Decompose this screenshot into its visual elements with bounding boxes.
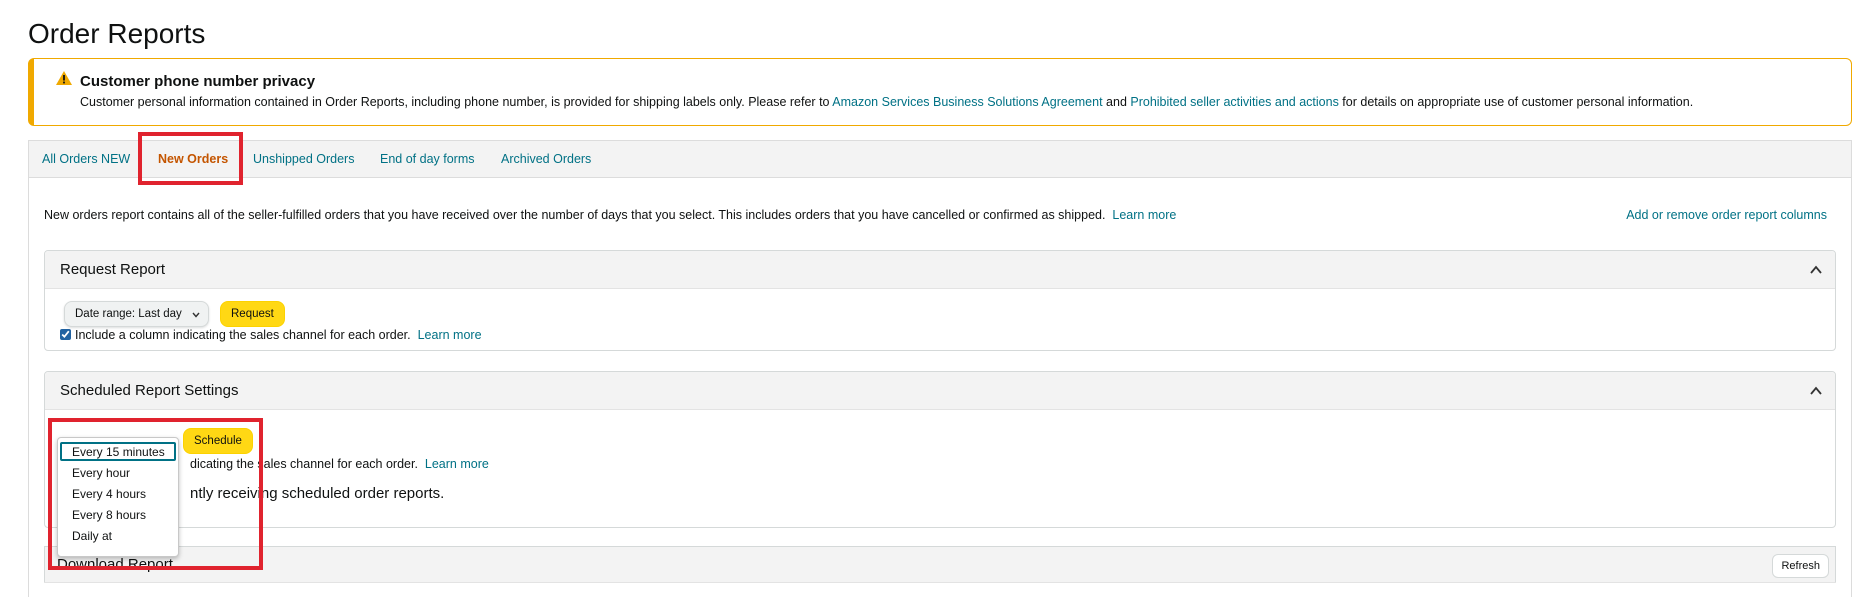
tab-content: New orders report contains all of the se…: [28, 178, 1852, 597]
scheduled-settings-panel: Scheduled Report Settings Schedule dicat…: [44, 371, 1836, 528]
alert-text-middle: and: [1102, 95, 1131, 109]
frequency-option-every-4-hours[interactable]: Every 4 hours: [60, 484, 176, 503]
alert-text: Customer personal information contained …: [80, 95, 1693, 109]
frequency-option-daily-at[interactable]: Daily at: [60, 526, 176, 545]
tab-unshipped-orders[interactable]: Unshipped Orders: [253, 152, 354, 166]
schedule-button[interactable]: Schedule: [183, 428, 253, 454]
download-report-title: Download Report: [57, 556, 173, 573]
business-solutions-agreement-link[interactable]: Amazon Services Business Solutions Agree…: [832, 95, 1102, 109]
refresh-button[interactable]: Refresh: [1772, 554, 1829, 578]
no-schedule-message: ntly receiving scheduled order reports.: [190, 485, 445, 502]
report-description: New orders report contains all of the se…: [44, 208, 1176, 222]
learn-more-link[interactable]: Learn more: [1112, 208, 1176, 222]
date-range-value: Date range: Last day: [75, 308, 182, 320]
alert-text-before: Customer personal information contained …: [80, 95, 833, 109]
report-tabs: All Orders NEW New Orders Unshipped Orde…: [28, 140, 1852, 178]
prohibited-activities-link[interactable]: Prohibited seller activities and actions: [1130, 95, 1338, 109]
frequency-option-every-15-minutes[interactable]: Every 15 minutes: [60, 442, 176, 461]
scheduled-settings-header[interactable]: Scheduled Report Settings: [45, 372, 1835, 410]
alert-text-after: for details on appropriate use of custom…: [1338, 95, 1694, 109]
tab-end-of-day-forms[interactable]: End of day forms: [380, 152, 475, 166]
download-table-header: [44, 582, 1836, 597]
alert-title: Customer phone number privacy: [80, 73, 316, 90]
frequency-dropdown[interactable]: Every 15 minutes Every hour Every 4 hour…: [57, 437, 179, 557]
sales-channel-checkbox[interactable]: [60, 329, 71, 340]
request-report-panel: Request Report Date range: Last day Requ…: [44, 250, 1836, 351]
download-report-header: Download Report Refresh: [44, 546, 1836, 582]
column-header: [54, 589, 57, 597]
frequency-option-every-8-hours[interactable]: Every 8 hours: [60, 505, 176, 524]
chevron-up-icon[interactable]: [1809, 263, 1823, 277]
date-range-select[interactable]: Date range: Last day: [64, 301, 209, 327]
request-report-header[interactable]: Request Report: [45, 251, 1835, 289]
add-remove-columns-link[interactable]: Add or remove order report columns: [1626, 208, 1827, 222]
sales-channel-row: Include a column indicating the sales ch…: [60, 328, 482, 342]
page-title: Order Reports: [28, 18, 206, 49]
tab-all-orders[interactable]: All Orders NEW: [42, 152, 130, 166]
request-report-title: Request Report: [60, 261, 166, 278]
chevron-up-icon[interactable]: [1809, 384, 1823, 398]
warning-icon: [56, 71, 72, 85]
sales-channel-learn-more-link[interactable]: Learn more: [418, 328, 482, 342]
scheduled-settings-title: Scheduled Report Settings: [60, 382, 239, 399]
tab-archived-orders[interactable]: Archived Orders: [501, 152, 591, 166]
scheduled-sales-channel-row: dicating the sales channel for each orde…: [190, 457, 489, 471]
sales-channel-label: Include a column indicating the sales ch…: [75, 328, 411, 342]
frequency-option-every-hour[interactable]: Every hour: [60, 463, 176, 482]
request-button[interactable]: Request: [220, 301, 285, 327]
privacy-alert: Customer phone number privacy Customer p…: [28, 58, 1852, 126]
chevron-down-icon: [192, 312, 200, 318]
scheduled-sales-channel-label: dicating the sales channel for each orde…: [190, 457, 418, 471]
scheduled-learn-more-link[interactable]: Learn more: [425, 457, 489, 471]
description-text: New orders report contains all of the se…: [44, 208, 1106, 222]
tab-new-orders[interactable]: New Orders: [158, 152, 228, 166]
